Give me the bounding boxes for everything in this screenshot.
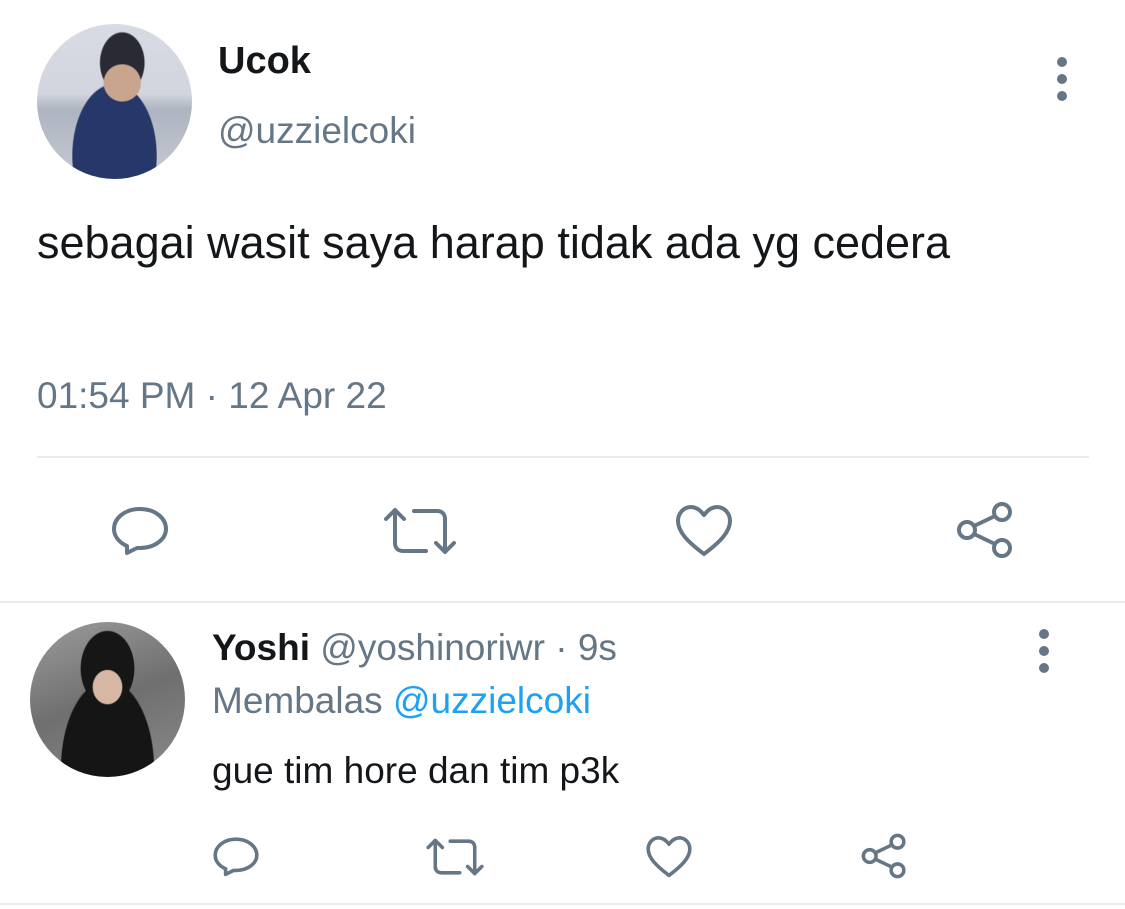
reply-separator: · — [555, 627, 568, 668]
reply-text: gue tim hore dan tim p3k — [212, 750, 620, 791]
author-handle[interactable]: @uzzielcoki — [218, 110, 416, 152]
more-options-icon[interactable] — [1055, 57, 1069, 101]
reply-retweet-button[interactable] — [425, 836, 485, 878]
share-icon — [861, 833, 906, 879]
divider — [0, 903, 1125, 905]
reply-more-options-icon[interactable] — [1037, 629, 1051, 673]
reply-reply-button[interactable] — [212, 835, 260, 877]
tweet-text: sebagai wasit saya harap tidak ada yg ce… — [37, 217, 951, 268]
retweet-button[interactable] — [382, 505, 458, 557]
retweet-icon — [426, 838, 484, 876]
share-icon — [957, 502, 1012, 558]
reply-like-button[interactable] — [645, 835, 693, 879]
reply-author-handle[interactable]: @yoshinoriwr — [320, 627, 545, 668]
like-icon — [676, 505, 732, 556]
reply-button[interactable] — [110, 504, 170, 556]
like-button[interactable] — [674, 504, 734, 558]
replying-to: Membalas @uzzielcoki — [212, 680, 591, 722]
divider — [0, 601, 1125, 603]
like-icon — [646, 836, 692, 878]
reply-time: 9s — [577, 627, 617, 668]
replying-to-mention[interactable]: @uzzielcoki — [393, 680, 591, 721]
tweet-timestamp[interactable]: 01:54 PM · 12 Apr 22 — [37, 375, 387, 417]
reply-author-avatar[interactable] — [30, 622, 185, 777]
reply-author-name[interactable]: Yoshi — [212, 627, 310, 668]
divider — [37, 456, 1089, 458]
reply-icon — [213, 837, 259, 877]
reply-header: Yoshi @yoshinoriwr · 9s — [212, 627, 617, 669]
share-button[interactable] — [955, 501, 1015, 559]
reply-share-button[interactable] — [860, 833, 908, 879]
replying-label: Membalas — [212, 680, 383, 721]
author-name[interactable]: Ucok — [218, 40, 311, 83]
author-avatar[interactable] — [37, 24, 192, 179]
reply-icon — [112, 507, 168, 555]
retweet-icon — [384, 508, 456, 554]
